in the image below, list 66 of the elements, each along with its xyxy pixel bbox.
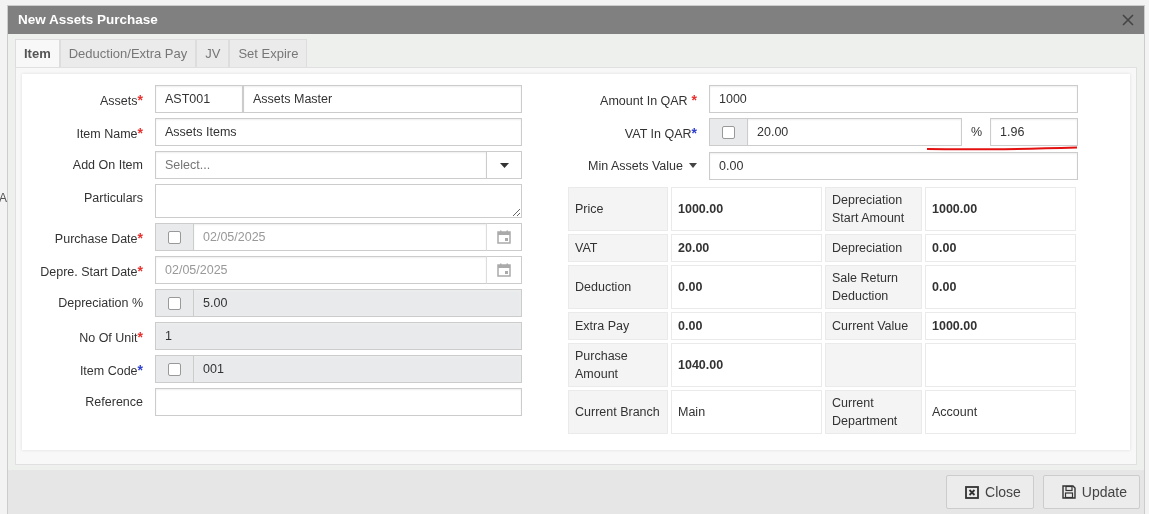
input-field[interactable]: 1.96: [990, 118, 1078, 147]
window-title: New Assets Purchase: [18, 11, 158, 30]
checkbox[interactable]: [722, 125, 735, 139]
input-field[interactable]: Assets Items: [155, 118, 522, 147]
input-field[interactable]: AST001: [155, 85, 243, 114]
summary-value: Account: [925, 390, 1076, 435]
input-field[interactable]: 0.00: [709, 152, 1078, 181]
summary-label: Current Value: [825, 312, 922, 341]
caret-icon[interactable]: [689, 163, 697, 169]
input-field[interactable]: 20.00: [747, 118, 962, 147]
field-label: Add On Item: [72, 157, 143, 175]
field-label: Item Name*: [76, 124, 143, 144]
summary-value: 0.00: [925, 234, 1076, 263]
close-box-icon: [965, 485, 980, 499]
summary-value: 0.00: [925, 265, 1076, 310]
summary-label: Current Department: [825, 390, 922, 435]
field-label: VAT In QAR*: [624, 124, 697, 144]
input-field[interactable]: [155, 388, 522, 417]
input-field[interactable]: 1000: [709, 85, 1078, 114]
summary-value: 1000.00: [671, 187, 822, 232]
checkbox[interactable]: [168, 296, 181, 310]
summary-value: 0.00: [671, 312, 822, 341]
update-button[interactable]: Update: [1042, 475, 1140, 510]
dropdown-button[interactable]: [486, 151, 522, 180]
summary-value: 1040.00: [671, 343, 822, 388]
tab[interactable]: Set Expire: [229, 39, 308, 68]
calendar-button[interactable]: [486, 256, 522, 285]
summary-value: 1000.00: [925, 312, 1076, 341]
summary-label: Deduction: [568, 265, 668, 310]
dropdown-field[interactable]: Select...: [155, 151, 487, 180]
summary-label: Depreciation: [825, 234, 922, 263]
close-button[interactable]: Close: [946, 475, 1034, 510]
summary-label: Sale Return Deduction: [825, 265, 922, 310]
calendar-icon[interactable]: [497, 263, 511, 278]
field-label: Reference: [85, 394, 143, 412]
caret-icon[interactable]: [499, 162, 509, 168]
checkbox[interactable]: [168, 362, 181, 376]
field-label: Assets*: [100, 91, 143, 111]
input-field[interactable]: 5.00: [193, 289, 522, 318]
summary-value: 1000.00: [925, 187, 1076, 232]
summary-value: 0.00: [671, 265, 822, 310]
field-label: Min Assets Value: [588, 158, 683, 176]
field-label: Depre. Start Date*: [40, 262, 143, 282]
summary-label: Depreciation Start Amount: [825, 187, 922, 232]
summary-label: Current Branch: [568, 390, 668, 435]
field-label: No Of Unit*: [79, 328, 143, 348]
tab[interactable]: Deduction/Extra Pay: [59, 39, 197, 68]
summary-value: Main: [671, 390, 822, 435]
calendar-button[interactable]: [486, 223, 522, 252]
tab[interactable]: JV: [196, 39, 230, 68]
input-field[interactable]: Assets Master: [243, 85, 522, 114]
summary-label: Purchase Amount: [568, 343, 668, 388]
input-field[interactable]: 1: [155, 322, 522, 351]
unit-label: %: [969, 124, 983, 142]
summary-label: VAT: [568, 234, 668, 263]
summary-label: Extra Pay: [568, 312, 668, 341]
field-label: Amount In QAR *: [600, 91, 697, 111]
input-field[interactable]: 001: [193, 355, 522, 384]
tab[interactable]: Item: [15, 39, 60, 68]
field-label: Purchase Date*: [54, 229, 143, 249]
field-label: Depreciation %: [58, 295, 143, 313]
field-label: Item Code*: [79, 361, 143, 381]
summary-value: 20.00: [671, 234, 822, 263]
field-label: Particulars: [83, 190, 143, 208]
calendar-icon[interactable]: [497, 230, 511, 245]
summary-label: Price: [568, 187, 668, 232]
